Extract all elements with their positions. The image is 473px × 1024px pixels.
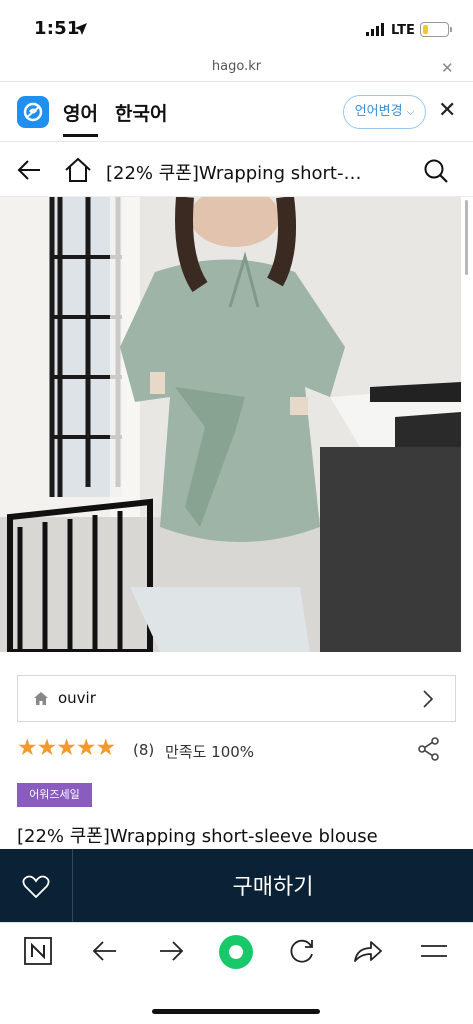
forward-arrow-icon[interactable] <box>158 940 184 962</box>
rating-stars: ★★★★★ <box>17 735 116 761</box>
battery-icon <box>420 22 449 37</box>
naver-green-dot-icon[interactable] <box>218 934 254 970</box>
chevron-down-icon: ⌵ <box>406 107 415 118</box>
seller-name: ouvir <box>58 689 96 707</box>
battery-level <box>422 24 429 34</box>
close-icon[interactable]: ✕ <box>438 98 456 123</box>
product-title: [22% 쿠폰]Wrapping short-sleeve blouse <box>17 826 378 847</box>
buy-button[interactable]: 구매하기 <box>73 869 473 901</box>
search-icon[interactable] <box>423 158 449 184</box>
close-icon[interactable]: ✕ <box>441 59 454 77</box>
review-count[interactable]: (8) <box>133 741 154 759</box>
tab-english[interactable]: 영어 <box>63 99 98 137</box>
forward-share-icon[interactable] <box>353 939 383 963</box>
menu-icon[interactable] <box>421 943 447 959</box>
tab-korean[interactable]: 한국어 <box>115 99 167 126</box>
heart-icon <box>22 875 50 899</box>
seller-link[interactable]: ouvir <box>17 675 456 722</box>
reload-icon[interactable] <box>288 937 316 965</box>
home-icon[interactable] <box>64 157 92 183</box>
network-label: LTE <box>391 23 415 38</box>
home-icon <box>34 692 48 705</box>
product-image[interactable] <box>0 197 461 652</box>
scrollbar[interactable] <box>465 200 468 275</box>
rating-row: ★★★★★ (8) 만족도 100% <box>17 735 457 763</box>
status-time: 1:51 <box>34 18 80 39</box>
battery-tip <box>450 27 452 32</box>
signal-icon <box>366 23 384 36</box>
home-indicator <box>152 1009 320 1014</box>
purchase-bar: 구매하기 <box>0 849 473 922</box>
status-bar: 1:51 LTE <box>0 0 473 56</box>
language-change-label: 언어변경 <box>354 104 403 119</box>
back-arrow-icon[interactable] <box>16 158 42 182</box>
url-text: hago.kr <box>211 59 262 74</box>
language-change-button[interactable]: 언어변경 ⌵ <box>343 95 426 129</box>
share-icon[interactable] <box>417 737 441 761</box>
wishlist-button[interactable] <box>0 849 73 922</box>
page-nav-bar: [22% 쿠폰]Wrapping short-… <box>0 143 473 197</box>
naver-icon[interactable] <box>24 937 52 965</box>
page-title: [22% 쿠폰]Wrapping short-… <box>106 163 362 184</box>
language-bar: 영어 한국어 언어변경 ⌵ ✕ <box>0 82 473 142</box>
event-badge: 어워즈세일 <box>17 783 92 807</box>
browser-toolbar <box>0 922 473 1024</box>
back-arrow-icon[interactable] <box>92 940 118 962</box>
url-bar[interactable]: hago.kr ✕ <box>0 56 473 82</box>
chevron-right-icon <box>423 690 434 708</box>
satisfaction-label: 만족도 100% <box>165 743 255 761</box>
location-arrow-icon <box>75 23 87 35</box>
hago-logo-icon[interactable] <box>17 96 49 128</box>
